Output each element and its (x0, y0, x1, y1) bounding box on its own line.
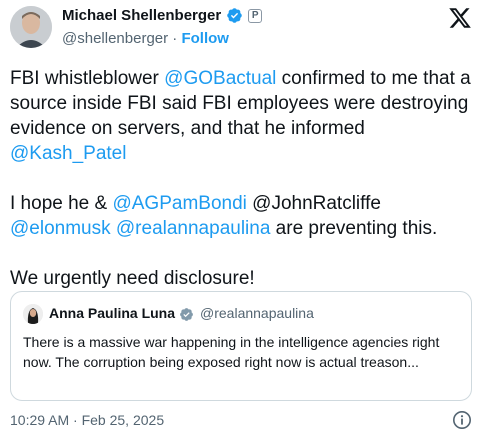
author-name-row: Michael Shellenberger P (62, 7, 263, 24)
verified-badge-icon (179, 305, 194, 322)
follow-button[interactable]: Follow (181, 30, 229, 47)
quoted-author-name[interactable]: Anna Paulina Luna (49, 305, 175, 321)
author-display-name[interactable]: Michael Shellenberger (62, 7, 221, 24)
mention-link[interactable]: @elonmusk (10, 218, 111, 239)
text-segment: FBI whistleblower (10, 68, 165, 89)
text-segment: are preventing this. (270, 218, 438, 239)
text-segment: I hope he & (10, 193, 113, 214)
tweet-paragraph-2: I hope he & @AGPamBondi @JohnRatcliffe @… (10, 191, 472, 241)
quoted-author-handle[interactable]: @realannapaulina (200, 305, 314, 321)
tweet-text: FBI whistleblower @GOBactual confirmed t… (10, 66, 472, 291)
mention-link[interactable]: @GOBactual (164, 68, 276, 89)
quoted-author-avatar[interactable] (23, 304, 43, 324)
text-segment: @JohnRatcliffe (246, 193, 381, 214)
mention-link[interactable]: @Kash_Patel (10, 143, 126, 164)
author-handle-row: @shellenberger · Follow (62, 30, 229, 47)
tweet-paragraph-1: FBI whistleblower @GOBactual confirmed t… (10, 66, 472, 166)
quoted-tweet[interactable]: Anna Paulina Luna @realannapaulina There… (10, 291, 472, 401)
x-logo-icon[interactable] (448, 6, 472, 30)
mention-link[interactable]: @realannapaulina (116, 218, 271, 239)
tweet-paragraph-3: We urgently need disclosure! (10, 268, 255, 289)
separator-dot: · (172, 30, 178, 47)
author-avatar[interactable] (10, 6, 52, 48)
affiliation-badge: P (248, 8, 263, 23)
tweet-card: Michael Shellenberger P @shellenberger ·… (0, 0, 484, 430)
tweet-timestamp[interactable]: 10:29 AM · Feb 25, 2025 (10, 412, 164, 428)
quoted-tweet-text: There is a massive war happening in the … (23, 334, 440, 370)
mention-link[interactable]: @AGPamBondi (112, 193, 246, 214)
info-icon[interactable] (452, 410, 472, 430)
author-handle[interactable]: @shellenberger (62, 30, 168, 47)
quoted-author-row: Anna Paulina Luna @realannapaulina (49, 305, 314, 322)
verified-badge-icon (226, 7, 243, 24)
